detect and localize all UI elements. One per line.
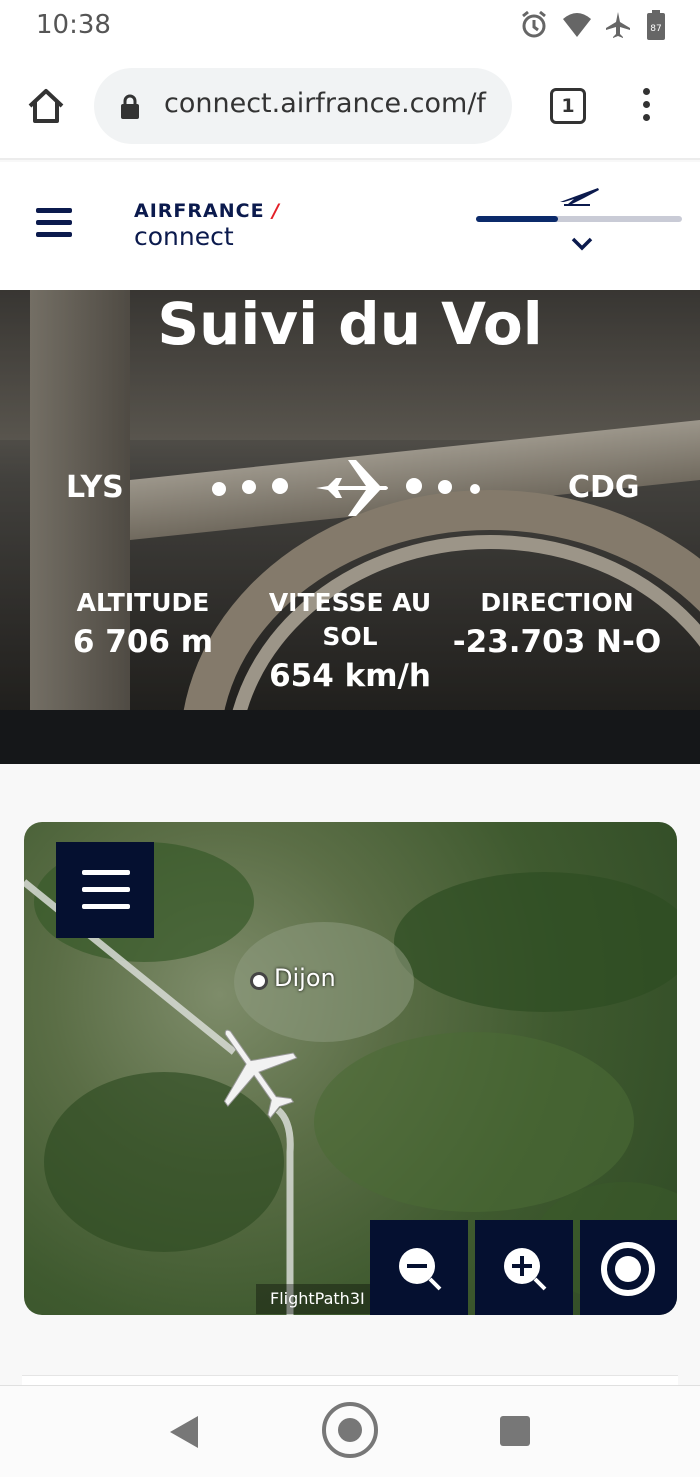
back-icon[interactable] (168, 1414, 200, 1450)
stat-altitude: ALTITUDE 6 706 m (70, 586, 216, 662)
stat-value: -23.703 N-O (452, 624, 662, 660)
flight-hero: Suivi du Vol LYS CDG ALTITUDE 6 706 m VI… (0, 290, 700, 764)
alarm-icon (520, 10, 548, 40)
stat-label: VITESSE AU SOL (268, 588, 432, 651)
recenter-icon[interactable] (580, 1220, 677, 1315)
logo-slash: / (272, 200, 281, 222)
flight-map[interactable]: Dijon FlightPath3I (24, 822, 677, 1315)
airplane-mode-icon (604, 10, 632, 40)
zoom-in-icon[interactable] (475, 1220, 573, 1315)
city-label: Dijon (274, 964, 336, 992)
progress-fill (476, 216, 559, 222)
city-marker (250, 972, 268, 990)
stat-direction: DIRECTION -23.703 N-O (448, 586, 666, 662)
page-title: Suivi du Vol (157, 290, 543, 358)
origin-code: LYS (66, 470, 124, 505)
address-bar[interactable]: connect.airfrance.com/f (94, 68, 512, 144)
battery-icon: 87 (646, 10, 674, 40)
logo-wordmark: AIRFRANCE (134, 200, 265, 222)
home-icon[interactable] (26, 86, 66, 126)
map-menu-icon[interactable] (56, 842, 154, 938)
wifi-icon (562, 10, 591, 40)
takeoff-plane-icon (558, 184, 600, 206)
status-time: 10:38 (36, 10, 111, 40)
browser-toolbar: connect.airfrance.com/f 1 (0, 56, 700, 160)
stat-ground-speed: VITESSE AU SOL 654 km/h (262, 586, 438, 696)
chevron-down-icon[interactable] (571, 236, 593, 252)
recents-icon[interactable] (500, 1416, 530, 1446)
logo-subtitle: connect (134, 222, 234, 251)
tabs-icon[interactable]: 1 (550, 88, 586, 124)
map-attribution: FlightPath3I (256, 1284, 376, 1314)
stat-label: DIRECTION (480, 588, 634, 617)
status-bar: 10:38 87 (0, 0, 700, 56)
plane-icon (310, 456, 390, 520)
route-indicator: LYS CDG (0, 460, 700, 516)
site-header: AIRFRANCE / connect (0, 162, 700, 290)
home-nav-icon[interactable] (322, 1402, 378, 1458)
aircraft-position-icon (206, 1018, 306, 1128)
stat-value: 654 km/h (269, 658, 431, 694)
stat-value: 6 706 m (72, 624, 214, 660)
lock-icon (120, 94, 140, 120)
url-text[interactable]: connect.airfrance.com/f (164, 88, 486, 119)
menu-icon[interactable] (36, 208, 72, 240)
svg-text:87: 87 (650, 24, 661, 34)
zoom-out-icon[interactable] (370, 1220, 468, 1315)
flight-progress[interactable] (476, 184, 682, 264)
destination-code: CDG (568, 470, 640, 505)
stat-label: ALTITUDE (76, 588, 210, 617)
system-nav-bar (0, 1385, 700, 1477)
more-options-icon[interactable] (632, 84, 660, 128)
status-icons: 87 (520, 10, 674, 40)
